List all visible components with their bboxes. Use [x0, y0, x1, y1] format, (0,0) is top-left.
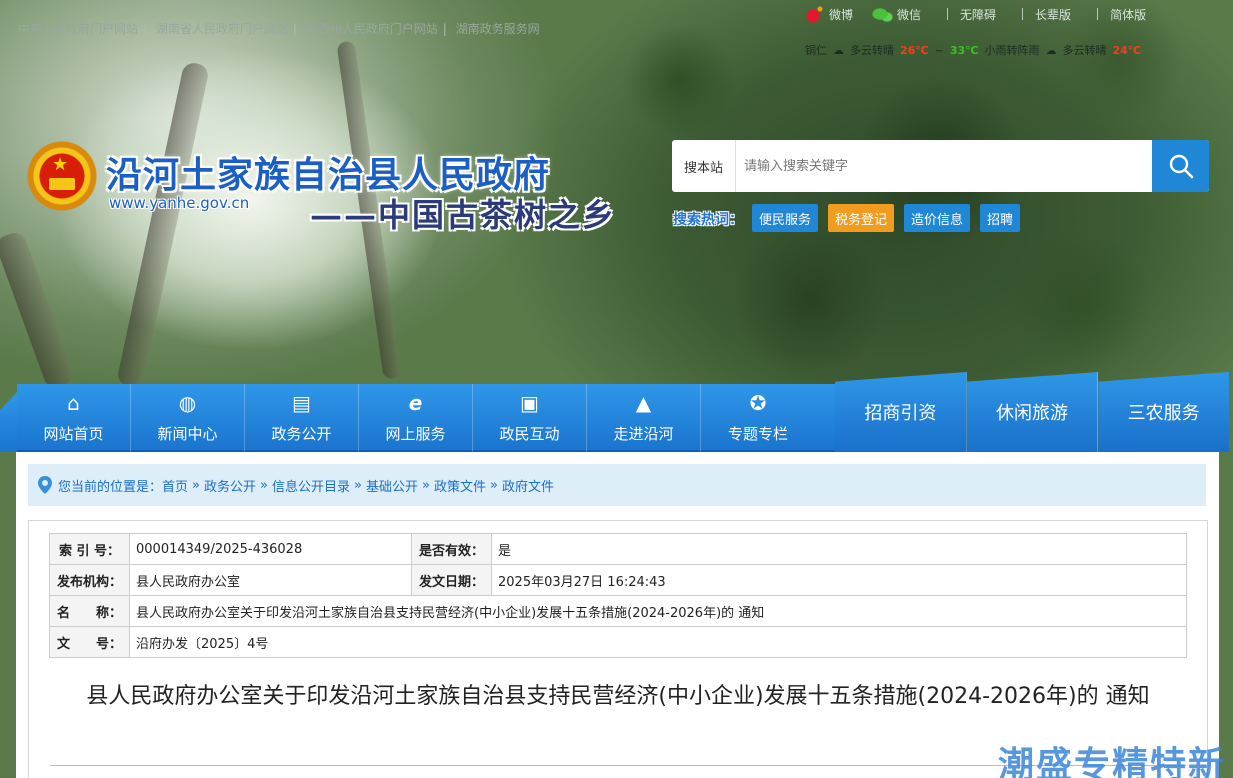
nav-item-about-yanhe[interactable]: ▲ 走进沿河 [587, 384, 701, 452]
breadcrumb: 您当前的位置是： 首页 » 政务公开 » 信息公开目录 » 基础公开 » 政策文… [28, 464, 1206, 506]
location-pin-icon [38, 476, 52, 494]
nav-label: 专题专栏 [727, 424, 788, 443]
breadcrumb-separator: » [354, 477, 362, 493]
document-meta-table: 索 引 号： 000014349/2025-436028 是否有效： 是 发布机… [49, 533, 1187, 658]
home-icon: ⌂ [67, 390, 80, 415]
document-title: 县人民政府办公室关于印发沿河土家族自治县支持民营经济(中小企业)发展十五条措施(… [86, 684, 1150, 709]
accessibility-link[interactable]: 无障碍 [960, 6, 996, 23]
meta-label: 名 称： [49, 595, 130, 627]
nav-label: 网站首页 [43, 424, 104, 443]
nav-label: 走进沿河 [613, 424, 674, 443]
breadcrumb-separator: » [421, 477, 430, 493]
watermark: 潮盛专精特新 [998, 745, 1227, 778]
top-links: 中央人民政府门户网站 | 湖南省人民政府门户网站 | 湘西州人民政府门户网站 | 湖南… [18, 22, 540, 36]
top-link[interactable]: 湘西州人民政府门户网站 [306, 22, 438, 36]
hot-tag[interactable]: 招聘 [980, 204, 1021, 232]
nav-item-gov-open[interactable]: ▤ 政务公开 [245, 384, 359, 452]
breadcrumb-separator: » [192, 477, 200, 493]
nav-item-agriculture[interactable]: 三农服务 [1098, 372, 1230, 452]
top-link[interactable]: 中央人民政府门户网站 [18, 22, 138, 36]
ie-icon: e [408, 390, 423, 415]
nav-label: 网上服务 [385, 424, 446, 443]
breadcrumb-prefix: 您当前的位置是： [58, 479, 163, 495]
table-row: 发布机构： 县人民政府办公室 发文日期： 2025年03月27日 16:24:4… [49, 564, 1187, 596]
breadcrumb-item[interactable]: 政府文件 [502, 476, 554, 495]
breadcrumb-item[interactable]: 信息公开目录 [272, 476, 350, 495]
search-input[interactable] [736, 140, 1152, 192]
nav-label: 政民互动 [499, 424, 560, 443]
breadcrumb-separator: » [260, 477, 268, 493]
weather-forecast: 小雨转阵雨 [984, 44, 1040, 57]
weather-temp: 24℃ [1112, 43, 1142, 57]
search-bar: 搜本站 [672, 140, 1209, 192]
globe-icon: ◍ [178, 390, 197, 415]
search-icon [1169, 154, 1193, 179]
breadcrumb-separator: » [489, 477, 498, 493]
featured-nav: 招商引资 休闲旅游 三农服务 [835, 372, 1230, 452]
simplified-link[interactable]: 简体版 [1110, 6, 1146, 23]
award-icon: ✪ [749, 390, 767, 415]
nav-item-tourism[interactable]: 休闲旅游 [966, 372, 1099, 452]
meta-label: 发布机构： [49, 564, 130, 596]
breadcrumb-item[interactable]: 政策文件 [434, 476, 486, 495]
wechat-icon[interactable] [871, 4, 894, 24]
table-row: 索 引 号： 000014349/2025-436028 是否有效： 是 [49, 533, 1187, 565]
meta-value: 是 [491, 533, 1187, 565]
breadcrumb-item[interactable]: 政务公开 [204, 476, 256, 495]
weather-temp-high: 26℃ [900, 43, 929, 57]
nav-label: 政务公开 [271, 424, 332, 443]
top-link[interactable]: 湖南省人民政府门户网站 [156, 22, 288, 36]
weibo-icon[interactable] [803, 4, 825, 24]
nav-item-online-service[interactable]: e 网上服务 [359, 384, 473, 452]
weather-condition: 多云转晴 [850, 44, 894, 57]
nav-item-news[interactable]: ◍ 新闻中心 [131, 384, 245, 452]
site-slogan: ——中国古茶树之乡 [310, 196, 617, 234]
nav-item-interaction[interactable]: ▣ 政民互动 [473, 384, 587, 452]
weather-temp-low: 33℃ [949, 43, 979, 57]
search-scope-select[interactable]: 搜本站 [672, 140, 736, 192]
weather-forecast: 多云转晴 [1062, 44, 1107, 57]
hot-words-label: 搜索热词： [673, 212, 743, 228]
nav-item-investment[interactable]: 招商引资 [835, 372, 967, 452]
hot-tag[interactable]: 造价信息 [904, 204, 971, 232]
table-row: 名 称： 县人民政府办公室关于印发沿河土家族自治县支持民营经济(中小企业)发展十… [49, 595, 1187, 627]
site-url: www.yanhe.gov.cn [109, 194, 250, 212]
weather-city: 铜仁 [805, 44, 827, 57]
wechat-link[interactable]: 微信 [897, 6, 921, 23]
star-icon: ★ [52, 154, 69, 175]
hot-tag[interactable]: 便民服务 [752, 204, 819, 232]
top-bar: 中央人民政府门户网站 | 湖南省人民政府门户网站 | 湘西州人民政府门户网站 | 湖南… [0, 0, 1233, 62]
nav-item-special-topics[interactable]: ✪ 专题专栏 [701, 384, 815, 452]
hot-words: 便民服务 税务登记 造价信息 招聘 [752, 204, 1021, 232]
meta-value: 000014349/2025-436028 [129, 533, 412, 565]
search-button[interactable] [1152, 140, 1209, 192]
meta-value: 县人民政府办公室 [129, 564, 412, 596]
meta-value: 沿府办发〔2025〕4号 [129, 626, 1187, 658]
national-emblem-icon: ★ [27, 140, 97, 212]
landmark-icon: ▲ [635, 390, 652, 415]
cloud-icon: ☁ [833, 43, 844, 57]
nav-label: 新闻中心 [157, 424, 218, 443]
elder-version-link[interactable]: 长辈版 [1035, 6, 1071, 23]
meta-value: 2025年03月27日 16:24:43 [491, 564, 1187, 596]
social-links: 微博 微信 无障碍 长辈版 简体版 [803, 4, 1160, 24]
id-card-icon: ▤ [292, 390, 311, 415]
nav-item-home[interactable]: ⌂ 网站首页 [17, 384, 131, 452]
table-row: 文 号： 沿府办发〔2025〕4号 [49, 626, 1187, 658]
meta-label: 索 引 号： [49, 533, 130, 565]
breadcrumb-item[interactable]: 基础公开 [366, 476, 418, 495]
meta-label: 文 号： [49, 626, 130, 658]
weather-widget: 铜仁 ☁ 多云转晴 26℃ ~ 33℃ 小雨转阵雨 ☁ 多云转晴 24℃ [805, 43, 1142, 58]
meta-label: 是否有效： [411, 533, 492, 565]
meta-label: 发文日期： [411, 564, 492, 596]
main-nav: ⌂ 网站首页 ◍ 新闻中心 ▤ 政务公开 e 网上服务 ▣ 政民互动 ▲ 走进沿… [17, 384, 835, 452]
top-link[interactable]: 湖南政务服务网 [456, 22, 540, 36]
weibo-link[interactable]: 微博 [829, 6, 853, 23]
meta-value: 县人民政府办公室关于印发沿河土家族自治县支持民营经济(中小企业)发展十五条措施(… [129, 595, 1187, 627]
cloud-icon: ☁ [1045, 43, 1057, 57]
breadcrumb-item[interactable]: 首页 [162, 476, 188, 495]
chat-icon: ▣ [520, 390, 539, 415]
hot-tag[interactable]: 税务登记 [828, 204, 895, 232]
